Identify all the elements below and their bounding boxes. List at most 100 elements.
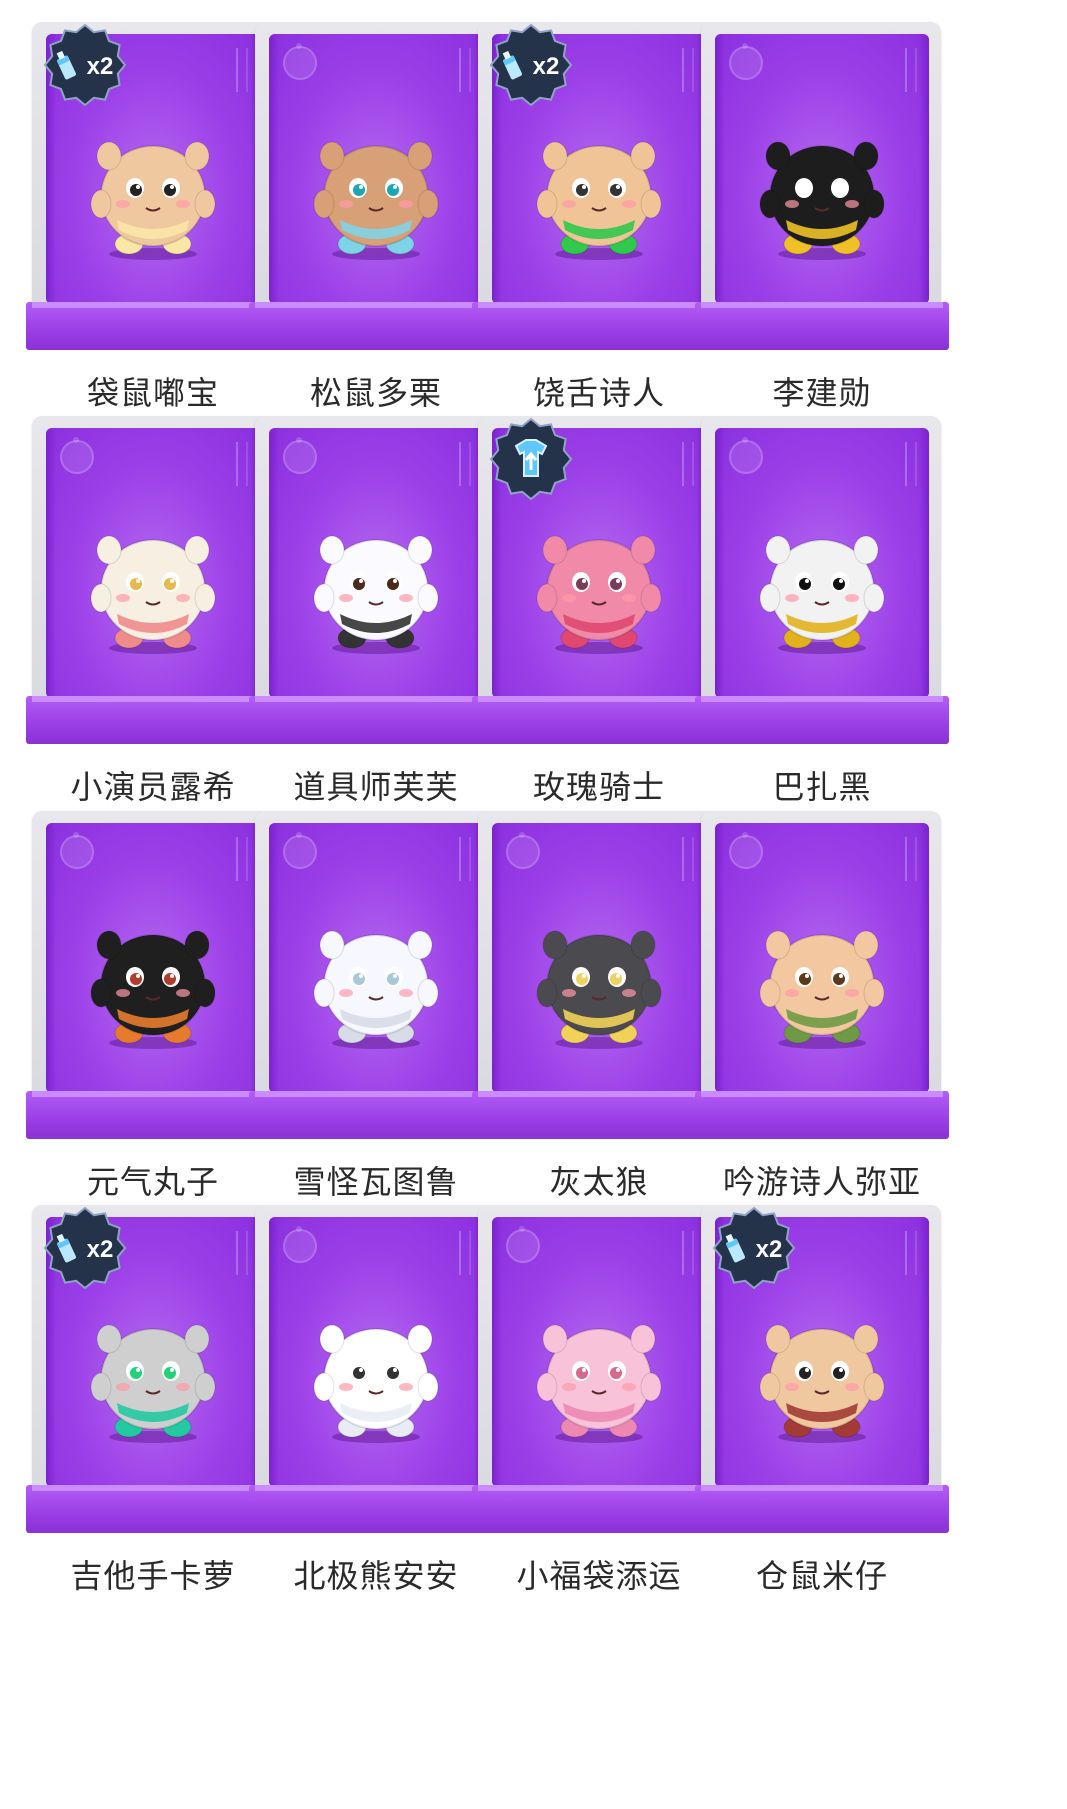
character-figure[interactable] bbox=[306, 506, 446, 656]
character-name: 玫瑰骑士 bbox=[532, 768, 665, 806]
brand-side-mark bbox=[236, 442, 248, 486]
character-figure-art bbox=[759, 535, 885, 654]
character-figure-art bbox=[90, 141, 216, 260]
brand-side-mark bbox=[459, 442, 471, 486]
display-case bbox=[695, 410, 949, 744]
brand-logo-icon bbox=[60, 832, 94, 869]
character-name: 元气丸子 bbox=[86, 1163, 219, 1201]
display-case bbox=[695, 805, 949, 1139]
brand-side-mark bbox=[459, 837, 471, 881]
duplicate-badge-icon: x2 bbox=[711, 1205, 797, 1291]
character-card[interactable]: 玫瑰骑士 bbox=[472, 410, 726, 840]
character-figure[interactable] bbox=[529, 506, 669, 656]
character-figure-art bbox=[759, 1324, 885, 1443]
character-card[interactable]: 小演员露希 bbox=[26, 410, 280, 840]
character-figure[interactable] bbox=[529, 901, 669, 1051]
display-case: x2 bbox=[26, 16, 280, 350]
brand-side-mark bbox=[459, 1231, 471, 1275]
display-case bbox=[249, 410, 503, 744]
character-name: 道具师芙芙 bbox=[293, 768, 459, 806]
character-figure[interactable] bbox=[306, 901, 446, 1051]
character-name: 灰太狼 bbox=[549, 1163, 649, 1201]
display-case bbox=[472, 1199, 726, 1533]
character-figure[interactable] bbox=[529, 1295, 669, 1445]
brand-side-mark bbox=[236, 837, 248, 881]
badge-multiplier-text: x2 bbox=[533, 53, 560, 80]
character-card[interactable]: 巴扎黑 bbox=[695, 410, 949, 840]
character-figure[interactable] bbox=[752, 901, 892, 1051]
character-card[interactable]: 吟游诗人弥亚 bbox=[695, 805, 949, 1235]
character-figure[interactable] bbox=[83, 1295, 223, 1445]
character-name: 北极熊安安 bbox=[293, 1557, 459, 1595]
character-figure[interactable] bbox=[306, 1295, 446, 1445]
display-case: x2 bbox=[695, 1199, 949, 1533]
duplicate-badge-icon: x2 bbox=[42, 22, 128, 108]
character-card[interactable]: 灰太狼 bbox=[472, 805, 726, 1235]
character-name: 袋鼠嘟宝 bbox=[86, 374, 219, 412]
brand-side-mark bbox=[905, 1231, 917, 1275]
display-case bbox=[472, 805, 726, 1139]
display-case-base bbox=[472, 696, 726, 744]
display-case-base bbox=[249, 696, 503, 744]
display-case-base bbox=[695, 302, 949, 350]
character-figure-art bbox=[536, 930, 662, 1049]
character-name: 雪怪瓦图鲁 bbox=[293, 1163, 459, 1201]
badge-multiplier-text: x2 bbox=[756, 1236, 783, 1263]
brand-side-mark bbox=[459, 48, 471, 92]
display-case-base bbox=[472, 1485, 726, 1533]
character-card[interactable]: 小福袋添运 bbox=[472, 1199, 726, 1629]
display-case-base bbox=[249, 1091, 503, 1139]
duplicate-badge-icon: x2 bbox=[42, 1205, 128, 1291]
brand-logo-icon bbox=[283, 437, 317, 474]
character-card[interactable]: 松鼠多栗 bbox=[249, 16, 503, 446]
display-case bbox=[695, 16, 949, 350]
display-case-base bbox=[26, 696, 280, 744]
character-figure[interactable] bbox=[752, 506, 892, 656]
character-card[interactable]: x2 仓鼠米仔 bbox=[695, 1199, 949, 1629]
character-figure[interactable] bbox=[83, 112, 223, 262]
character-card[interactable]: x2 吉他手卡萝 bbox=[26, 1199, 280, 1629]
character-card[interactable]: 北极熊安安 bbox=[249, 1199, 503, 1629]
brand-side-mark bbox=[905, 837, 917, 881]
brand-side-mark bbox=[682, 48, 694, 92]
brand-side-mark bbox=[682, 1231, 694, 1275]
brand-logo-icon bbox=[729, 43, 763, 80]
character-figure[interactable] bbox=[83, 506, 223, 656]
display-case-base bbox=[26, 1485, 280, 1533]
character-figure-art bbox=[759, 141, 885, 260]
character-figure[interactable] bbox=[529, 112, 669, 262]
character-figure-art bbox=[759, 930, 885, 1049]
character-figure-art bbox=[90, 535, 216, 654]
brand-side-mark bbox=[236, 48, 248, 92]
brand-side-mark bbox=[682, 442, 694, 486]
character-figure-art bbox=[536, 1324, 662, 1443]
character-name: 饶舌诗人 bbox=[532, 374, 665, 412]
character-card[interactable]: 道具师芙芙 bbox=[249, 410, 503, 840]
character-figure[interactable] bbox=[752, 1295, 892, 1445]
brand-logo-icon bbox=[283, 832, 317, 869]
duplicate-count-badge: x2 bbox=[43, 1206, 127, 1290]
character-card[interactable]: x2 袋鼠嘟宝 bbox=[26, 16, 280, 446]
character-figure-art bbox=[313, 1324, 439, 1443]
brand-logo-icon bbox=[283, 43, 317, 80]
display-case: x2 bbox=[26, 1199, 280, 1533]
character-card[interactable]: 元气丸子 bbox=[26, 805, 280, 1235]
display-case-base bbox=[26, 1091, 280, 1139]
character-figure-art bbox=[536, 535, 662, 654]
character-figure[interactable] bbox=[83, 901, 223, 1051]
display-case-base bbox=[695, 1091, 949, 1139]
character-collection-grid: x2 袋鼠嘟宝 松鼠多栗 x2 饶舌诗人 李建勋 小演员露希 道具师芙芙 玫瑰骑… bbox=[0, 0, 1067, 1809]
brand-logo-icon bbox=[283, 1226, 317, 1263]
character-figure[interactable] bbox=[306, 112, 446, 262]
character-figure[interactable] bbox=[752, 112, 892, 262]
duplicate-count-badge: x2 bbox=[489, 23, 573, 107]
display-case bbox=[249, 16, 503, 350]
character-card[interactable]: x2 饶舌诗人 bbox=[472, 16, 726, 446]
character-name: 巴扎黑 bbox=[772, 768, 872, 806]
display-case: x2 bbox=[472, 16, 726, 350]
character-card[interactable]: 雪怪瓦图鲁 bbox=[249, 805, 503, 1235]
duplicate-count-badge: x2 bbox=[43, 23, 127, 107]
character-figure-art bbox=[90, 930, 216, 1049]
character-card[interactable]: 李建勋 bbox=[695, 16, 949, 446]
brand-logo-icon bbox=[729, 832, 763, 869]
